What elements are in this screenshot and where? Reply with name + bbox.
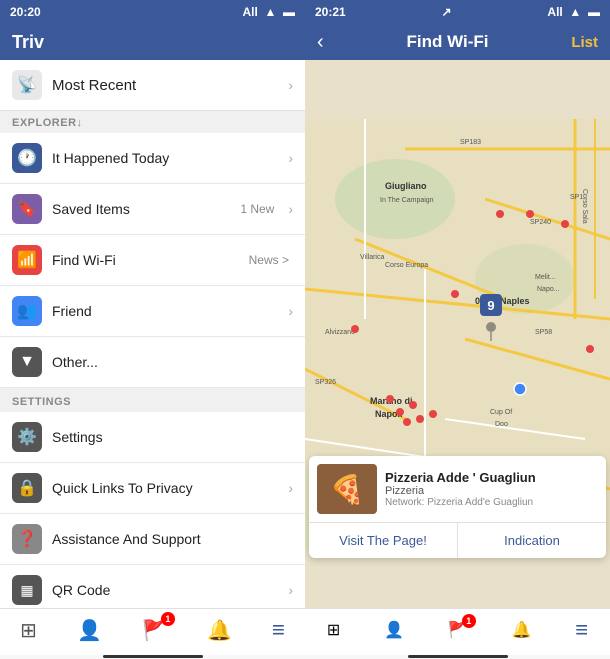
nav-bell-left[interactable]: 🔔	[207, 618, 232, 643]
menu-item-qr[interactable]: ▦ QR Code ›	[0, 565, 305, 608]
status-bar-left: 20:20 All ▲ ▬	[0, 0, 305, 24]
menu-item-privacy[interactable]: 🔒 Quick Links To Privacy ›	[0, 463, 305, 514]
svg-text:SP240: SP240	[530, 219, 551, 226]
nav-people-right[interactable]: 👤	[384, 620, 404, 640]
flag-badge-left: 1	[161, 612, 175, 626]
other-label: Other...	[52, 354, 293, 370]
menu-item-settings[interactable]: ⚙️ Settings	[0, 412, 305, 463]
svg-text:SP183: SP183	[460, 139, 481, 146]
info-thumbnail: 🍕	[317, 464, 377, 514]
privacy-icon: 🔒	[12, 473, 42, 503]
map-container[interactable]: SP183 SP240 SP1 SP326 SP58 SP58 Corso Eu…	[305, 60, 610, 608]
time-right: 20:21	[315, 5, 346, 19]
time-left: 20:20	[10, 5, 41, 19]
saved-chevron: ›	[288, 201, 293, 217]
svg-text:Corso Sala: Corso Sala	[581, 189, 588, 224]
it-happened-chevron: ›	[288, 150, 293, 166]
menu-item-friend[interactable]: 👥 Friend ›	[0, 286, 305, 337]
visit-page-button[interactable]: Visit The Page!	[309, 523, 458, 558]
qr-chevron: ›	[288, 582, 293, 598]
settings-label: Settings	[52, 429, 293, 445]
wifi-badge: News >	[249, 253, 289, 267]
info-type: Pizzeria	[385, 485, 536, 497]
it-happened-label: It Happened Today	[52, 150, 278, 166]
nav-home-left[interactable]: ⊞	[20, 618, 37, 643]
svg-text:Giugliano: Giugliano	[385, 181, 427, 191]
bottom-nav-left: ⊞ 👤 🚩 1 🔔 ≡	[0, 608, 305, 655]
info-network: Network: Pizzeria Add'e Guagliun	[385, 497, 536, 508]
info-card-top: 🍕 Pizzeria Adde ' Guagliun Pizzeria Netw…	[309, 456, 606, 522]
info-card: 🍕 Pizzeria Adde ' Guagliun Pizzeria Netw…	[309, 456, 606, 558]
explorer-section-header: EXPLORER↓	[0, 111, 305, 133]
carrier-left: All	[242, 5, 257, 19]
saved-label: Saved Items	[52, 201, 230, 217]
it-happened-icon: 🕐	[12, 143, 42, 173]
qr-label: QR Code	[52, 582, 278, 598]
page-title-right: Find Wi-Fi	[407, 32, 489, 52]
status-icons-right: All ▲ ▬	[547, 5, 600, 19]
friend-label: Friend	[52, 303, 278, 319]
nav-home-right[interactable]: ⊞	[327, 620, 340, 640]
wifi-label: Find Wi-Fi	[52, 252, 239, 268]
carrier-right: All	[547, 5, 562, 19]
svg-text:SP58: SP58	[535, 329, 552, 336]
menu-item-other[interactable]: ▼ Other...	[0, 337, 305, 388]
app-name-left: Triv	[12, 32, 44, 53]
nav-menu-right[interactable]: ≡	[575, 617, 588, 643]
list-button[interactable]: List	[571, 34, 598, 51]
status-icons-left: All ▲ ▬	[242, 5, 295, 19]
most-recent-row[interactable]: 📡 Most Recent ›	[0, 60, 305, 111]
friend-chevron: ›	[288, 303, 293, 319]
menu-item-it-happened[interactable]: 🕐 It Happened Today ›	[0, 133, 305, 184]
nav-menu-left[interactable]: ≡	[272, 617, 285, 643]
indication-button[interactable]: Indication	[458, 523, 606, 558]
app-header-left: Triv	[0, 24, 305, 60]
menu-item-wifi[interactable]: 📶 Find Wi-Fi News >	[0, 235, 305, 286]
saved-icon: 🔖	[12, 194, 42, 224]
saved-badge: 1 New	[240, 202, 274, 216]
app-header-right: ‹ Find Wi-Fi List	[305, 24, 610, 60]
support-icon: ❓	[12, 524, 42, 554]
wifi-icon: 📶	[12, 245, 42, 275]
settings-section-header: SETTINGS	[0, 388, 305, 412]
nav-flag-left[interactable]: 🚩 1	[142, 618, 167, 643]
svg-text:Melit...: Melit...	[535, 274, 556, 281]
battery-left: ▬	[283, 5, 295, 19]
svg-text:Doo: Doo	[495, 421, 508, 428]
back-button[interactable]: ‹	[317, 31, 324, 54]
battery-right: ▬	[588, 5, 600, 19]
other-icon: ▼	[12, 347, 42, 377]
support-label: Assistance And Support	[52, 531, 293, 547]
svg-text:SP326: SP326	[315, 379, 336, 386]
menu-item-saved[interactable]: 🔖 Saved Items 1 New ›	[0, 184, 305, 235]
info-name: Pizzeria Adde ' Guagliun	[385, 470, 536, 485]
svg-text:In The Campaign: In The Campaign	[380, 197, 434, 204]
home-indicator-left	[0, 655, 305, 659]
menu-item-support[interactable]: ❓ Assistance And Support	[0, 514, 305, 565]
settings-icon: ⚙️	[12, 422, 42, 452]
nav-bell-right[interactable]: 🔔	[512, 620, 532, 640]
nav-people-left[interactable]: 👤	[77, 618, 102, 643]
status-bar-right: 20:21 ↗ All ▲ ▬	[305, 0, 610, 24]
home-indicator-right	[305, 655, 610, 659]
arrow-right: ↗	[442, 5, 452, 19]
privacy-label: Quick Links To Privacy	[52, 480, 278, 496]
most-recent-label: Most Recent	[52, 77, 278, 94]
most-recent-chevron: ›	[288, 77, 293, 93]
qr-icon: ▦	[12, 575, 42, 605]
flag-badge-right: 1	[462, 614, 476, 628]
info-card-buttons: Visit The Page! Indication	[309, 522, 606, 558]
svg-text:Cup Of: Cup Of	[490, 409, 512, 416]
nav-flag-right[interactable]: 🚩 1	[448, 620, 468, 640]
info-text: Pizzeria Adde ' Guagliun Pizzeria Networ…	[385, 470, 536, 508]
svg-text:Napo...: Napo...	[537, 286, 560, 293]
most-recent-icon: 📡	[12, 70, 42, 100]
friend-icon: 👥	[12, 296, 42, 326]
svg-text:Alvizzano: Alvizzano	[325, 329, 355, 336]
svg-text:Corso Europa: Corso Europa	[385, 262, 428, 269]
svg-text:9: 9	[487, 298, 494, 313]
bottom-nav-right: ⊞ 👤 🚩 1 🔔 ≡	[305, 608, 610, 655]
svg-text:Villarica: Villarica	[360, 254, 384, 261]
privacy-chevron: ›	[288, 480, 293, 496]
